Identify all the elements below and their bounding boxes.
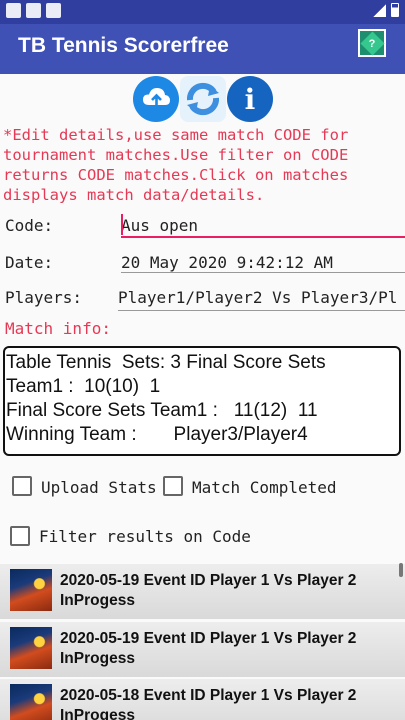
players-field[interactable]: Player1/Player2 Vs Player3/Pl [118,288,397,307]
list-item-title: 2020-05-19 Event ID Player 1 Vs Player 2 [60,630,357,647]
refresh-icon[interactable] [180,76,226,122]
list-item[interactable]: 2020-05-18 Event ID Player 1 Vs Player 2… [0,679,405,720]
code-label: Code: [5,216,54,235]
list-item[interactable]: 2020-05-19 Event ID Player 1 Vs Player 2… [0,622,405,677]
list-item-title: 2020-05-19 Event ID Player 1 Vs Player 2 [60,572,357,589]
players-field-underline [118,310,405,311]
date-field-underline [121,272,405,273]
status-bar [0,0,405,24]
date-label: Date: [5,253,54,272]
list-item-status: InProgess [60,592,135,609]
text-cursor [121,214,123,235]
tennis-court-thumbnail [10,627,52,669]
info-glyph: i [244,82,256,116]
help-icon: ? [359,30,385,56]
upload-stats-label: Upload Stats [41,478,157,497]
help-glyph: ? [368,36,376,49]
list-item-status: InProgess [60,650,135,667]
match-completed-checkbox[interactable] [163,476,183,496]
system-icons [373,3,399,17]
list-item-text: 2020-05-19 Event ID Player 1 Vs Player 2… [60,629,356,669]
notification-icon [6,3,21,18]
list-item-text: 2020-05-18 Event ID Player 1 Vs Player 2… [60,686,356,720]
filter-results-label: Filter results on Code [39,527,251,546]
match-completed-label: Match Completed [192,478,337,497]
notification-icons [6,3,61,18]
list-item-text: 2020-05-19 Event ID Player 1 Vs Player 2… [60,571,356,611]
match-list[interactable]: 2020-05-19 Event ID Player 1 Vs Player 2… [0,562,405,720]
code-input[interactable]: Aus open [121,216,198,235]
signal-icon [373,3,386,17]
list-item[interactable]: 2020-05-19 Event ID Player 1 Vs Player 2… [0,564,405,619]
app-title: TB Tennis Scorerfree [18,34,229,57]
list-scrollbar[interactable] [399,563,403,577]
list-item-status: InProgess [60,707,135,720]
notification-icon [46,3,61,18]
app-bar: TB Tennis Scorerfree ? [0,24,405,74]
code-input-underline [121,236,405,238]
tennis-court-thumbnail [10,684,52,720]
tennis-court-thumbnail [10,569,52,611]
match-info-label: Match info: [5,319,111,338]
notification-icon [26,3,41,18]
date-field[interactable]: 20 May 2020 9:42:12 AM [121,253,333,272]
battery-icon [391,3,399,17]
filter-results-checkbox[interactable] [10,526,30,546]
match-info-text: Table Tennis Sets: 3 Final Score Sets Te… [6,352,326,445]
instructions-text: *Edit details,use same match CODE for to… [3,126,349,204]
players-label: Players: [5,288,83,307]
match-info-box[interactable]: Table Tennis Sets: 3 Final Score Sets Te… [3,346,401,456]
list-item-title: 2020-05-18 Event ID Player 1 Vs Player 2 [60,687,357,704]
help-button[interactable]: ? [358,29,386,57]
upload-stats-checkbox[interactable] [12,476,32,496]
cloud-upload-icon[interactable] [133,76,179,122]
info-icon[interactable]: i [227,76,273,122]
